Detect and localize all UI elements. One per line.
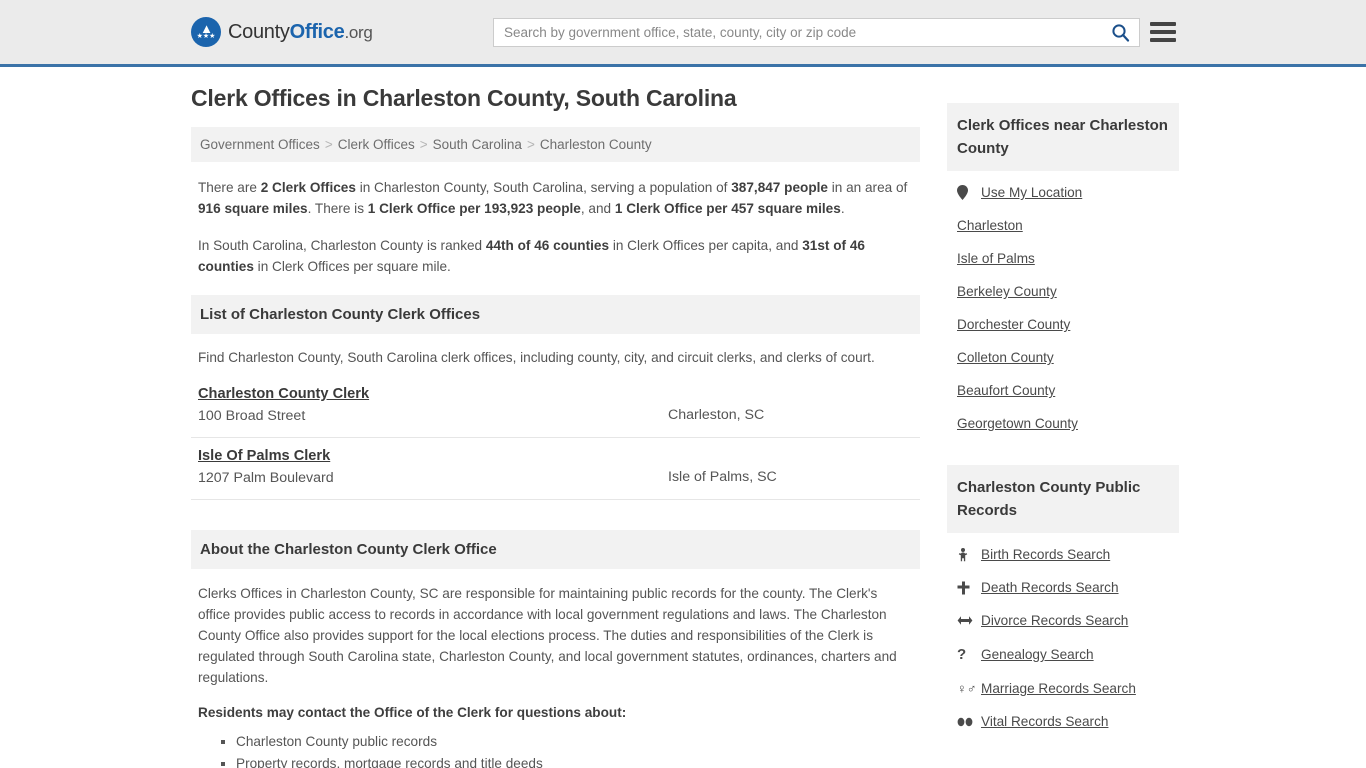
public-records-heading: Charleston County Public Records bbox=[947, 465, 1179, 533]
breadcrumb: Government Offices > Clerk Offices > South C… bbox=[191, 127, 920, 162]
sidebar-item-label: Marriage Records Search bbox=[981, 681, 1136, 696]
sidebar-item-georgetown-county[interactable]: Georgetown County bbox=[957, 416, 1169, 431]
sidebar-item-label: Beaufort County bbox=[957, 383, 1056, 398]
breadcrumb-item-government-offices[interactable]: Government Offices bbox=[200, 137, 320, 152]
contact-heading: Residents may contact the Office of the … bbox=[198, 705, 627, 720]
sidebar-item-death-records-search[interactable]: Death Records Search bbox=[957, 580, 1169, 595]
menu-bar-1 bbox=[1150, 22, 1176, 26]
sidebar-item-label: Charleston bbox=[957, 218, 1023, 233]
sidebar-item-label: Vital Records Search bbox=[981, 714, 1109, 729]
intro-paragraph-ranking: In South Carolina, Charleston County is … bbox=[198, 238, 865, 274]
sidebar-item-charleston[interactable]: Charleston bbox=[957, 218, 1169, 233]
baby-icon bbox=[957, 547, 975, 562]
breadcrumb-separator: > bbox=[324, 137, 333, 152]
hamburger-menu-icon[interactable] bbox=[1150, 19, 1176, 45]
sidebar-item-vital-records-search[interactable]: Vital Records Search bbox=[957, 714, 1169, 729]
search-input[interactable] bbox=[494, 19, 1101, 46]
contact-topics-list: Charleston County public records Propert… bbox=[198, 731, 913, 768]
logo-text-part2: Office bbox=[289, 20, 345, 43]
search-bar bbox=[493, 18, 1140, 47]
site-logo[interactable]: ▲ ★★★ CountyOffice.org bbox=[191, 17, 373, 47]
nearby-offices-heading: Clerk Offices near Charleston County bbox=[947, 103, 1179, 171]
sidebar-item-beaufort-county[interactable]: Beaufort County bbox=[957, 383, 1169, 398]
logo-text-part3: .org bbox=[344, 22, 373, 42]
sidebar-item-label: Use My Location bbox=[981, 185, 1083, 200]
breadcrumb-separator: > bbox=[419, 137, 428, 152]
nearby-offices-links: Use My Location Charleston Isle of Palms… bbox=[947, 171, 1179, 455]
sidebar-item-label: Genealogy Search bbox=[981, 647, 1094, 662]
table-row: Charleston County Clerk 100 Broad Street… bbox=[191, 376, 920, 438]
public-records-panel: Charleston County Public Records Birth R… bbox=[947, 465, 1179, 753]
sidebar-item-isle-of-palms[interactable]: Isle of Palms bbox=[957, 251, 1169, 266]
sidebar-item-use-my-location[interactable]: Use My Location bbox=[957, 185, 1169, 200]
logo-text-part1: County bbox=[228, 20, 290, 43]
office-address: 1207 Palm Boulevard bbox=[198, 470, 334, 486]
sidebar-item-label: Death Records Search bbox=[981, 580, 1119, 595]
breadcrumb-item-south-carolina[interactable]: South Carolina bbox=[433, 137, 522, 152]
cross-icon bbox=[957, 581, 975, 595]
question-mark-icon: ? bbox=[957, 646, 967, 663]
office-address: 100 Broad Street bbox=[198, 408, 306, 424]
sidebar-item-divorce-records-search[interactable]: Divorce Records Search bbox=[957, 613, 1169, 628]
menu-bar-2 bbox=[1150, 30, 1176, 34]
about-paragraph: Clerks Offices in Charleston County, SC … bbox=[198, 586, 897, 685]
about-section-heading: About the Charleston County Clerk Office bbox=[191, 530, 920, 569]
left-right-arrow-icon bbox=[957, 615, 975, 626]
footprints-icon bbox=[957, 717, 975, 727]
map-pin-icon bbox=[957, 185, 975, 200]
content-wrapper: Clerk Offices in Charleston County, Sout… bbox=[191, 67, 1179, 768]
sidebar-item-marriage-records-search[interactable]: ♀♂ Marriage Records Search bbox=[957, 681, 1169, 696]
sidebar-item-genealogy-search[interactable]: ? Genealogy Search bbox=[957, 646, 1169, 663]
sidebar-item-label: Georgetown County bbox=[957, 416, 1078, 431]
sidebar-item-colleton-county[interactable]: Colleton County bbox=[957, 350, 1169, 365]
list-section-description: Find Charleston County, South Carolina c… bbox=[198, 350, 875, 365]
office-details: Isle Of Palms Clerk 1207 Palm Boulevard bbox=[198, 447, 668, 486]
sidebar-item-berkeley-county[interactable]: Berkeley County bbox=[957, 284, 1169, 299]
table-row: Isle Of Palms Clerk 1207 Palm Boulevard … bbox=[191, 438, 920, 500]
menu-bar-3 bbox=[1150, 38, 1176, 42]
eagle-seal-icon: ▲ ★★★ bbox=[191, 17, 221, 47]
sidebar-item-label: Colleton County bbox=[957, 350, 1054, 365]
site-header: ▲ ★★★ CountyOffice.org bbox=[0, 0, 1366, 67]
office-name-link[interactable]: Isle Of Palms Clerk bbox=[198, 448, 330, 464]
main-content: Clerk Offices in Charleston County, Sout… bbox=[191, 85, 920, 768]
sidebar-item-birth-records-search[interactable]: Birth Records Search bbox=[957, 547, 1169, 562]
about-section-body: Clerks Offices in Charleston County, SC … bbox=[191, 569, 920, 768]
list-section-heading: List of Charleston County Clerk Offices bbox=[191, 295, 920, 334]
sidebar-item-label: Birth Records Search bbox=[981, 547, 1111, 562]
sidebar: Clerk Offices near Charleston County Use… bbox=[947, 85, 1179, 768]
page-title: Clerk Offices in Charleston County, Sout… bbox=[191, 85, 737, 111]
sidebar-item-label: Berkeley County bbox=[957, 284, 1057, 299]
sidebar-item-dorchester-county[interactable]: Dorchester County bbox=[957, 317, 1169, 332]
search-button[interactable] bbox=[1101, 19, 1139, 46]
breadcrumb-item-clerk-offices[interactable]: Clerk Offices bbox=[338, 137, 415, 152]
sidebar-item-label: Divorce Records Search bbox=[981, 613, 1129, 628]
breadcrumb-separator: > bbox=[526, 137, 535, 152]
list-item: Charleston County public records bbox=[236, 731, 913, 752]
public-records-links: Birth Records Search Death Records Searc… bbox=[947, 533, 1179, 753]
logo-text: CountyOffice.org bbox=[228, 21, 373, 44]
office-city-state: Charleston, SC bbox=[668, 407, 765, 423]
office-name-link[interactable]: Charleston County Clerk bbox=[198, 386, 369, 402]
sidebar-item-label: Isle of Palms bbox=[957, 251, 1035, 266]
search-icon bbox=[1111, 24, 1129, 42]
nearby-offices-panel: Clerk Offices near Charleston County Use… bbox=[947, 103, 1179, 455]
intro-paragraph-statistics: There are 2 Clerk Offices in Charleston … bbox=[198, 180, 908, 216]
sidebar-item-label: Dorchester County bbox=[957, 317, 1071, 332]
breadcrumb-item-charleston-county[interactable]: Charleston County bbox=[540, 137, 652, 152]
list-item: Property records, mortgage records and t… bbox=[236, 753, 913, 768]
page-body: Clerk Offices in Charleston County, Sout… bbox=[0, 67, 1366, 768]
office-details: Charleston County Clerk 100 Broad Street bbox=[198, 385, 668, 424]
office-city-state: Isle of Palms, SC bbox=[668, 469, 777, 485]
venus-mars-icon: ♀♂ bbox=[957, 681, 977, 696]
